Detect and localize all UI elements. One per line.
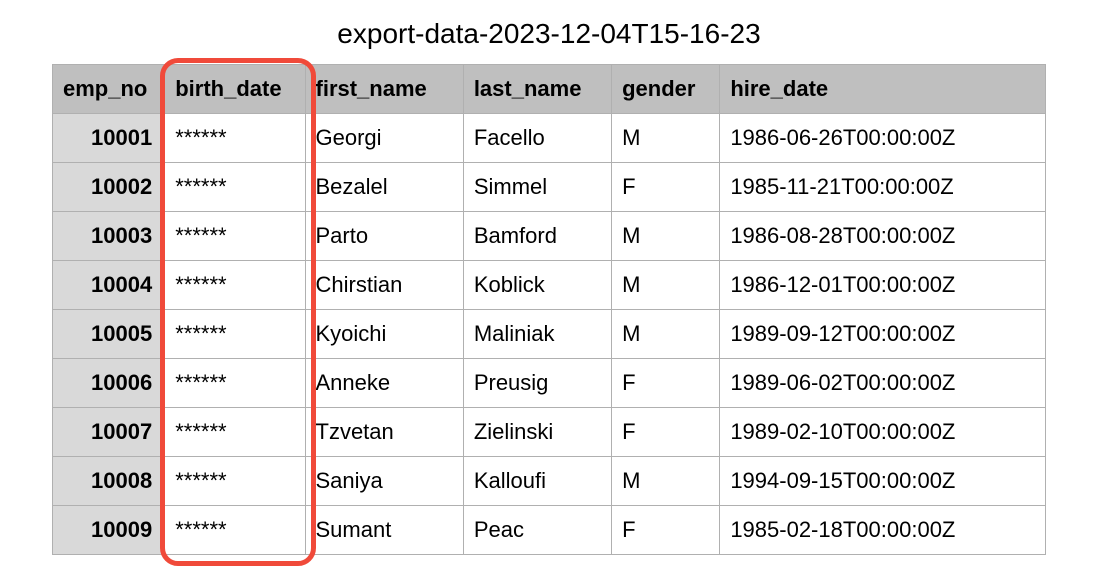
cell-last-name: Facello [463, 114, 611, 163]
cell-emp-no: 10005 [53, 310, 165, 359]
cell-first-name: Tzvetan [305, 408, 463, 457]
cell-hire-date: 1985-02-18T00:00:00Z [720, 506, 1046, 555]
cell-birth-date: ****** [165, 457, 305, 506]
cell-emp-no: 10003 [53, 212, 165, 261]
cell-emp-no: 10001 [53, 114, 165, 163]
cell-emp-no: 10007 [53, 408, 165, 457]
table-row: 10002******BezalelSimmelF1985-11-21T00:0… [53, 163, 1046, 212]
cell-last-name: Koblick [463, 261, 611, 310]
cell-gender: F [612, 506, 720, 555]
table-row: 10003******PartoBamfordM1986-08-28T00:00… [53, 212, 1046, 261]
cell-birth-date: ****** [165, 359, 305, 408]
cell-emp-no: 10009 [53, 506, 165, 555]
table-row: 10006******AnnekePreusigF1989-06-02T00:0… [53, 359, 1046, 408]
cell-birth-date: ****** [165, 212, 305, 261]
table-row: 10007******TzvetanZielinskiF1989-02-10T0… [53, 408, 1046, 457]
table-row: 10004******ChirstianKoblickM1986-12-01T0… [53, 261, 1046, 310]
cell-gender: M [612, 114, 720, 163]
cell-first-name: Georgi [305, 114, 463, 163]
cell-gender: F [612, 408, 720, 457]
cell-birth-date: ****** [165, 310, 305, 359]
cell-first-name: Anneke [305, 359, 463, 408]
cell-emp-no: 10004 [53, 261, 165, 310]
cell-first-name: Sumant [305, 506, 463, 555]
cell-birth-date: ****** [165, 506, 305, 555]
cell-first-name: Kyoichi [305, 310, 463, 359]
cell-hire-date: 1989-06-02T00:00:00Z [720, 359, 1046, 408]
cell-hire-date: 1986-08-28T00:00:00Z [720, 212, 1046, 261]
cell-first-name: Parto [305, 212, 463, 261]
cell-last-name: Zielinski [463, 408, 611, 457]
cell-last-name: Bamford [463, 212, 611, 261]
column-header-last-name: last_name [463, 65, 611, 114]
cell-first-name: Bezalel [305, 163, 463, 212]
table-row: 10009******SumantPeacF1985-02-18T00:00:0… [53, 506, 1046, 555]
cell-birth-date: ****** [165, 163, 305, 212]
cell-gender: M [612, 212, 720, 261]
cell-hire-date: 1986-12-01T00:00:00Z [720, 261, 1046, 310]
cell-last-name: Maliniak [463, 310, 611, 359]
table-row: 10008******SaniyaKalloufiM1994-09-15T00:… [53, 457, 1046, 506]
column-header-hire-date: hire_date [720, 65, 1046, 114]
cell-gender: M [612, 261, 720, 310]
column-header-first-name: first_name [305, 65, 463, 114]
cell-emp-no: 10006 [53, 359, 165, 408]
cell-birth-date: ****** [165, 408, 305, 457]
cell-gender: M [612, 457, 720, 506]
cell-birth-date: ****** [165, 114, 305, 163]
cell-hire-date: 1986-06-26T00:00:00Z [720, 114, 1046, 163]
cell-first-name: Chirstian [305, 261, 463, 310]
cell-last-name: Preusig [463, 359, 611, 408]
cell-last-name: Simmel [463, 163, 611, 212]
cell-emp-no: 10002 [53, 163, 165, 212]
cell-last-name: Kalloufi [463, 457, 611, 506]
page-title: export-data-2023-12-04T15-16-23 [0, 0, 1098, 64]
column-header-birth-date: birth_date [165, 65, 305, 114]
table-header-row: emp_no birth_date first_name last_name g… [53, 65, 1046, 114]
cell-gender: F [612, 163, 720, 212]
cell-hire-date: 1985-11-21T00:00:00Z [720, 163, 1046, 212]
cell-hire-date: 1989-02-10T00:00:00Z [720, 408, 1046, 457]
table-wrapper: emp_no birth_date first_name last_name g… [52, 64, 1046, 555]
cell-hire-date: 1989-09-12T00:00:00Z [720, 310, 1046, 359]
table-row: 10005******KyoichiMaliniakM1989-09-12T00… [53, 310, 1046, 359]
data-table: emp_no birth_date first_name last_name g… [52, 64, 1046, 555]
table-row: 10001******GeorgiFacelloM1986-06-26T00:0… [53, 114, 1046, 163]
column-header-gender: gender [612, 65, 720, 114]
cell-emp-no: 10008 [53, 457, 165, 506]
cell-gender: F [612, 359, 720, 408]
cell-last-name: Peac [463, 506, 611, 555]
column-header-emp-no: emp_no [53, 65, 165, 114]
cell-hire-date: 1994-09-15T00:00:00Z [720, 457, 1046, 506]
cell-first-name: Saniya [305, 457, 463, 506]
cell-birth-date: ****** [165, 261, 305, 310]
cell-gender: M [612, 310, 720, 359]
